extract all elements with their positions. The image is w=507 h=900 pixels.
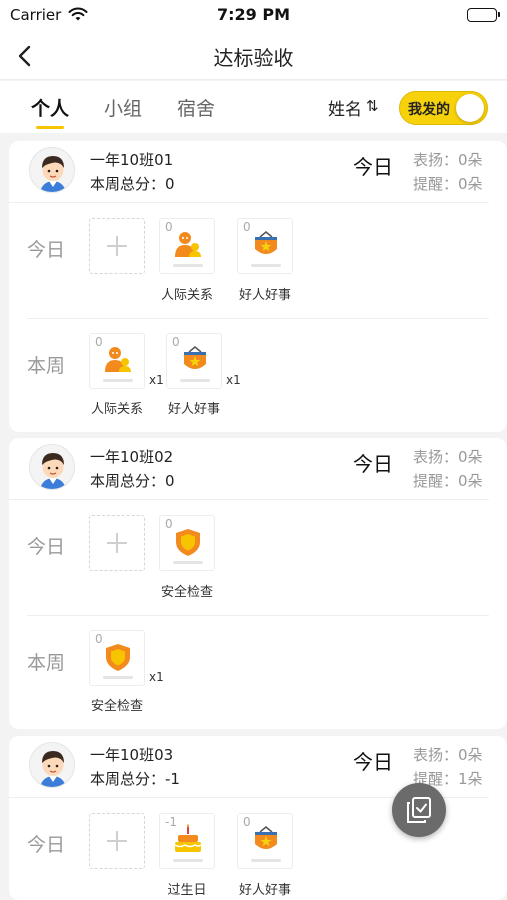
- toggle-label: 我发的: [408, 102, 450, 118]
- award-tile[interactable]: 0: [237, 813, 293, 869]
- today-label: 今日: [353, 452, 393, 476]
- award-name: 人际关系: [160, 288, 213, 303]
- star-banner-icon: [184, 346, 206, 369]
- award-tile[interactable]: 0: [159, 515, 215, 571]
- award-name: 人际关系: [90, 402, 143, 417]
- copy-check-icon: [407, 797, 431, 823]
- add-award-button[interactable]: [89, 813, 145, 869]
- card-header[interactable]: 一年10班01 本周总分：0 今日 表扬：0朵 提醒：0朵: [9, 141, 489, 203]
- avatar: [29, 444, 75, 490]
- nav-bar: 达标验收: [0, 32, 507, 80]
- today-row-label: 今日: [27, 834, 66, 856]
- sort-by-name-button[interactable]: 姓名: [328, 95, 362, 120]
- award-name: 好人好事: [167, 402, 220, 417]
- remind-count: 提醒：0朵: [413, 472, 483, 490]
- status-bar: Carrier 7:29 PM: [0, 0, 507, 32]
- remind-count: 提醒：0朵: [413, 175, 483, 193]
- today-row-label: 今日: [27, 536, 66, 558]
- battery-icon: [467, 8, 500, 22]
- award-tile[interactable]: -1: [159, 813, 215, 869]
- person-icon: [105, 347, 131, 372]
- today-row-label: 今日: [27, 239, 66, 261]
- my-issued-toggle[interactable]: 我发的: [399, 91, 488, 125]
- student-card: 一年10班02 本周总分：0 今日 表扬：0朵 提醒：0朵 今日 0 安全检查 …: [9, 438, 507, 729]
- card-header[interactable]: 一年10班02 本周总分：0 今日 表扬：0朵 提醒：0朵: [9, 438, 489, 500]
- tab-group[interactable]: 小组: [104, 94, 142, 121]
- toggle-knob: [456, 94, 484, 122]
- award-tile[interactable]: 0: [89, 333, 145, 389]
- star-banner-icon: [255, 826, 277, 849]
- sort-icon[interactable]: ⇅: [366, 97, 379, 115]
- clock: 7:29 PM: [216, 5, 290, 24]
- award-name: 过生日: [167, 883, 207, 898]
- award-multiplier: x1: [149, 670, 164, 684]
- award-name: 安全检查: [160, 585, 213, 600]
- star-banner-icon: [255, 231, 277, 254]
- class-name: 一年10班03: [90, 746, 174, 764]
- tab-bar: 个人 小组 宿舍 姓名 ⇅ 我发的: [0, 81, 507, 133]
- class-name: 一年10班02: [90, 448, 174, 466]
- praise-count: 表扬：0朵: [413, 151, 483, 169]
- week-row-label: 本周: [27, 652, 66, 674]
- award-name: 安全检查: [90, 699, 143, 714]
- week-total-score: 本周总分：-1: [90, 770, 180, 788]
- tab-active-indicator: [36, 126, 64, 129]
- today-label: 今日: [353, 750, 393, 774]
- shield-icon: [176, 529, 200, 556]
- tab-dorm[interactable]: 宿舍: [177, 94, 215, 121]
- award-name: 好人好事: [238, 288, 291, 303]
- praise-count: 表扬：0朵: [413, 746, 483, 764]
- shield-icon: [106, 644, 130, 671]
- award-multiplier: x1: [226, 373, 241, 387]
- add-award-button[interactable]: [89, 515, 145, 571]
- batch-select-button[interactable]: [392, 783, 446, 837]
- award-tile[interactable]: 0: [159, 218, 215, 274]
- award-name: 好人好事: [238, 883, 291, 898]
- add-award-button[interactable]: [89, 218, 145, 274]
- praise-count: 表扬：0朵: [413, 448, 483, 466]
- class-name: 一年10班01: [90, 151, 174, 169]
- tab-individual[interactable]: 个人: [31, 94, 69, 121]
- person-icon: [175, 232, 201, 257]
- avatar: [29, 742, 75, 788]
- award-tile[interactable]: 0: [89, 630, 145, 686]
- avatar: [29, 147, 75, 193]
- page-title: 达标验收: [213, 46, 294, 70]
- award-multiplier: x1: [149, 373, 164, 387]
- student-card: 一年10班01 本周总分：0 今日 表扬：0朵 提醒：0朵 今日 0 人际关系 …: [9, 141, 507, 432]
- award-tile[interactable]: 0: [237, 218, 293, 274]
- award-tile[interactable]: 0: [166, 333, 222, 389]
- today-label: 今日: [353, 155, 393, 179]
- cake-icon: [174, 824, 202, 852]
- week-row-label: 本周: [27, 355, 66, 377]
- week-total-score: 本周总分：0: [90, 472, 175, 490]
- week-total-score: 本周总分：0: [90, 175, 175, 193]
